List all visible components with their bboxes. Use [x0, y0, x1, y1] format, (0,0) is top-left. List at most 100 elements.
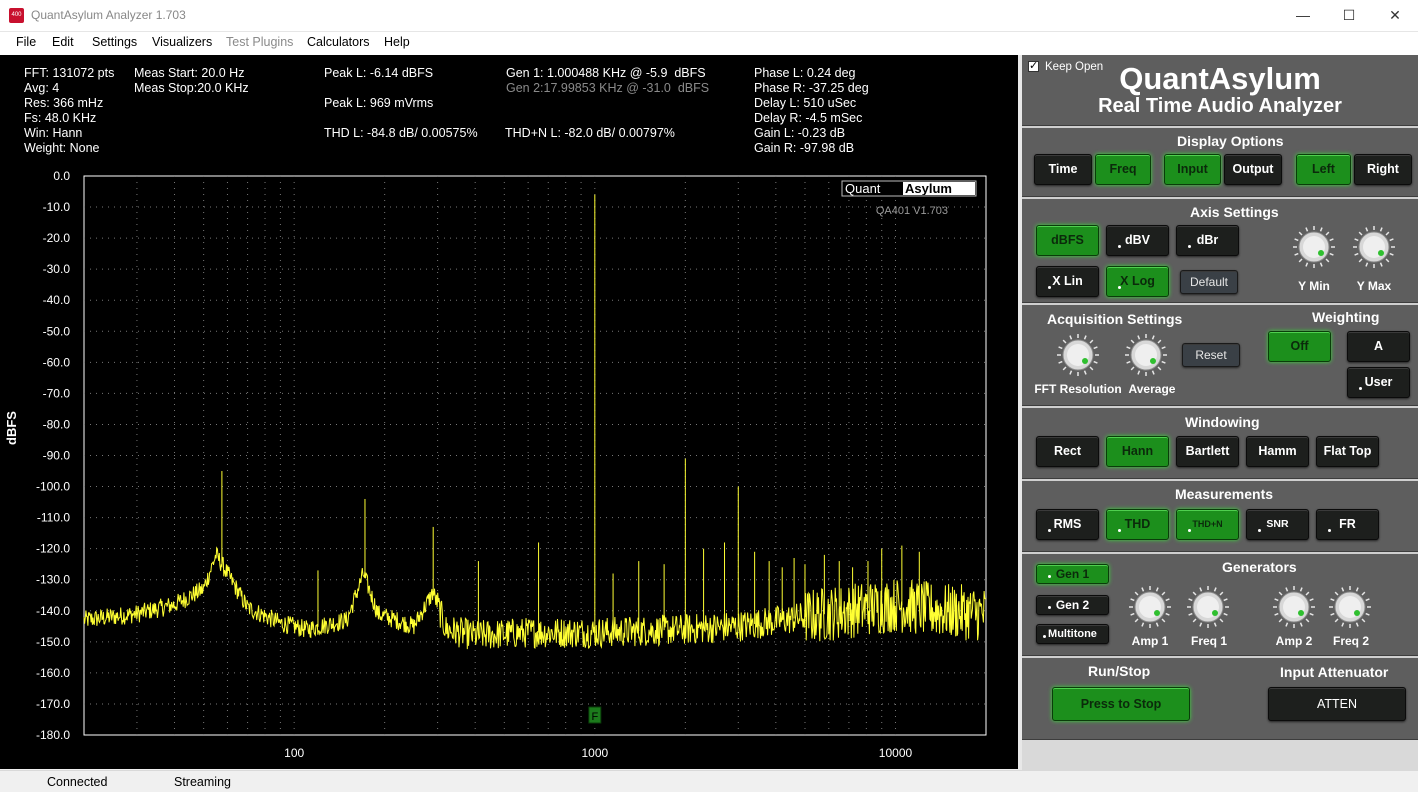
y-tick-label: -110.0 — [37, 511, 70, 525]
input-attenuator-title: Input Attenuator — [1280, 664, 1389, 680]
default-button[interactable]: Default — [1180, 270, 1238, 294]
indicator-dot — [1118, 286, 1121, 289]
close-button[interactable]: ✕ — [1372, 0, 1418, 32]
fr-label: FR — [1339, 517, 1356, 531]
window-flattop-button[interactable]: Flat Top — [1316, 436, 1379, 467]
x-tick-label: 100 — [284, 746, 304, 760]
amp2-knob[interactable] — [1272, 585, 1316, 629]
y-max-knob[interactable] — [1352, 225, 1396, 269]
y-tick-label: -70.0 — [43, 386, 71, 400]
knob-tick — [1299, 622, 1303, 627]
left-button[interactable]: Left — [1296, 154, 1351, 185]
knob-indicator — [1318, 250, 1324, 256]
axis-settings-title: Axis Settings — [1190, 204, 1279, 220]
dbr-button[interactable]: dBr — [1176, 225, 1239, 256]
gen2-button[interactable]: Gen 2 — [1036, 595, 1109, 615]
status-streaming: Streaming — [174, 775, 231, 789]
minimize-button[interactable]: — — [1280, 0, 1326, 32]
y-min-knob[interactable] — [1292, 225, 1336, 269]
thd-label: THD — [1124, 517, 1151, 531]
fft-resolution-knob[interactable] — [1056, 333, 1100, 377]
knob-tick — [1134, 618, 1139, 623]
time-button[interactable]: Time — [1034, 154, 1092, 185]
brand-watermark-a: Quant — [845, 181, 881, 196]
knob-tick — [1319, 227, 1323, 232]
thdn-label: THD+N — [1192, 519, 1223, 529]
right-button[interactable]: Right — [1354, 154, 1412, 185]
y-tick-label: 0.0 — [53, 169, 70, 183]
average-knob[interactable] — [1124, 333, 1168, 377]
measurements-title: Measurements — [1175, 486, 1274, 502]
knob-tick — [1134, 591, 1139, 596]
xlog-button[interactable]: X Log — [1106, 266, 1169, 297]
rms-button[interactable]: RMS — [1036, 509, 1099, 540]
menu-visualizers[interactable]: Visualizers — [152, 35, 212, 49]
menu-help[interactable]: Help — [384, 35, 410, 49]
input-button[interactable]: Input — [1164, 154, 1221, 185]
freq1-knob[interactable] — [1186, 585, 1230, 629]
knob-tick — [1151, 335, 1155, 340]
spectrum-chart[interactable]: 0.0 -10.0 -20.0 -30.0 -40.0 -50.0 -60.0 -70.0 -8… — [0, 55, 1018, 769]
knob-tick — [1089, 339, 1094, 344]
generators-title: Generators — [1222, 559, 1297, 575]
knob-tick — [1329, 238, 1334, 242]
knob-tick — [1058, 360, 1063, 364]
y-min-label: Y Min — [1298, 279, 1330, 293]
window-rect-button[interactable]: Rect — [1036, 436, 1099, 467]
average-label: Average — [1128, 382, 1176, 396]
knob-tick — [1188, 612, 1193, 616]
acquisition-section: Acquisition Settings FFT Resolution Aver… — [1022, 303, 1418, 406]
thd-button[interactable]: THD — [1106, 509, 1169, 540]
knob-tick — [1213, 587, 1217, 592]
weighting-a-button[interactable]: A — [1347, 331, 1410, 362]
knob-tick — [1188, 598, 1193, 602]
axis-settings-section: Axis Settings dBFS dBV dBr X Lin X Log D… — [1022, 197, 1418, 303]
window-bartlett-button[interactable]: Bartlett — [1176, 436, 1239, 467]
thdn-button[interactable]: THD+N — [1176, 509, 1239, 540]
menu-settings[interactable]: Settings — [92, 35, 137, 49]
runstop-section: Run/Stop Press to Stop Input Attenuator … — [1022, 656, 1418, 740]
freq-button[interactable]: Freq — [1095, 154, 1151, 185]
multitone-button[interactable]: Multitone — [1036, 624, 1109, 644]
indicator-dot — [1048, 575, 1051, 578]
knob-tick — [1062, 366, 1067, 371]
knob-tick — [1361, 591, 1366, 596]
window-hann-button[interactable]: Hann — [1106, 436, 1169, 467]
knob-tick — [1199, 622, 1203, 627]
menu-edit[interactable]: Edit — [52, 35, 74, 49]
window-title: QuantAsylum Analyzer 1.703 — [31, 8, 186, 22]
knob-tick — [1058, 346, 1063, 350]
dbv-button[interactable]: dBV — [1106, 225, 1169, 256]
y-tick-label: -30.0 — [43, 262, 71, 276]
reset-button[interactable]: Reset — [1182, 343, 1240, 367]
knob-tick — [1385, 258, 1390, 263]
knob-tick — [1358, 258, 1363, 263]
maximize-button[interactable]: ☐ — [1326, 0, 1372, 32]
dbfs-button[interactable]: dBFS — [1036, 225, 1099, 256]
amp1-knob[interactable] — [1128, 585, 1172, 629]
atten-button[interactable]: ATTEN — [1268, 687, 1406, 721]
weighting-user-button[interactable]: User — [1347, 367, 1410, 398]
knob-tick — [1161, 591, 1166, 596]
menu-calculators[interactable]: Calculators — [307, 35, 370, 49]
freq2-knob[interactable] — [1328, 585, 1372, 629]
snr-button[interactable]: SNR — [1246, 509, 1309, 540]
y-tick-label: -170.0 — [36, 697, 70, 711]
press-to-stop-button[interactable]: Press to Stop — [1052, 687, 1190, 721]
menu-file[interactable]: File — [16, 35, 36, 49]
rms-label: RMS — [1053, 517, 1082, 531]
output-button[interactable]: Output — [1224, 154, 1282, 185]
weighting-off-button[interactable]: Off — [1268, 331, 1331, 362]
knob-tick — [1309, 612, 1314, 616]
knob-tick — [1294, 252, 1299, 256]
menu-test-plugins[interactable]: Test Plugins — [226, 35, 293, 49]
window-hamm-button[interactable]: Hamm — [1246, 436, 1309, 467]
knob-tick — [1354, 252, 1359, 256]
windowing-section: Windowing Rect Hann Bartlett Hamm Flat T… — [1022, 406, 1418, 479]
status-connected: Connected — [47, 775, 108, 789]
amp1-label: Amp 1 — [1131, 634, 1169, 648]
gen1-button[interactable]: Gen 1 — [1036, 564, 1109, 584]
fr-button[interactable]: FR — [1316, 509, 1379, 540]
xlin-button[interactable]: X Lin — [1036, 266, 1099, 297]
xlin-label: X Lin — [1052, 274, 1083, 288]
